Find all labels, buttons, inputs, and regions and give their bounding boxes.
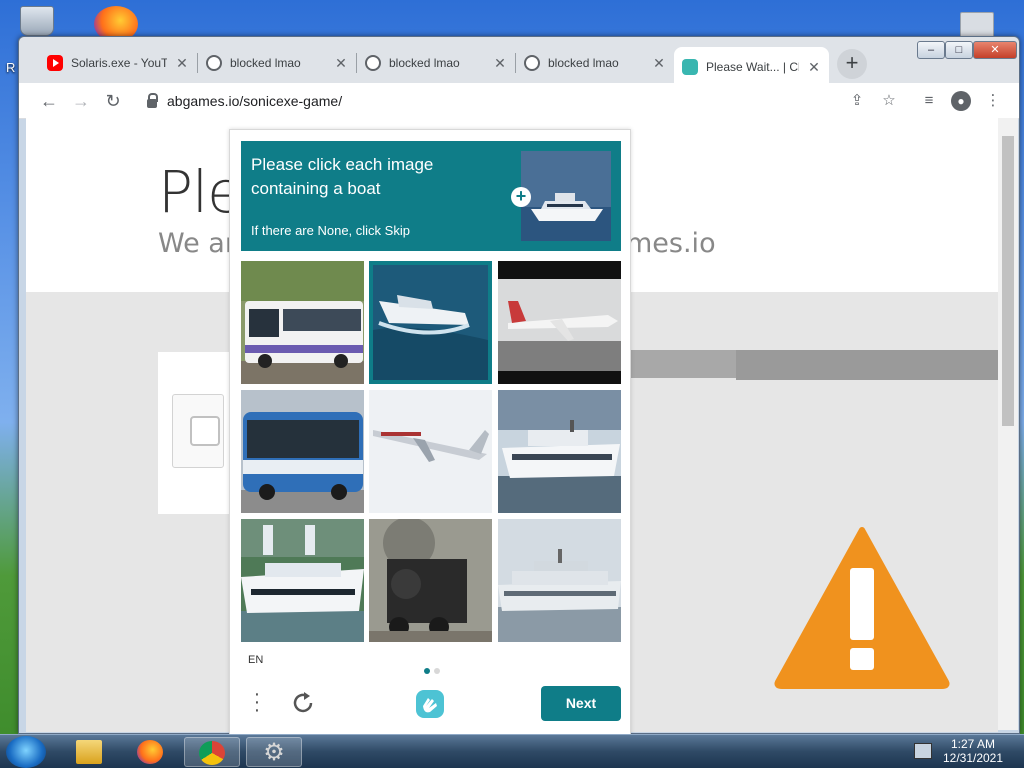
loading-bar-fill bbox=[736, 350, 998, 380]
page-dot bbox=[434, 668, 440, 674]
page-scrollbar[interactable] bbox=[998, 118, 1018, 730]
captcha-tile-boat[interactable] bbox=[241, 519, 364, 642]
clock-date: 12/31/2021 bbox=[942, 751, 1004, 765]
lock-icon[interactable] bbox=[147, 92, 158, 108]
reload-icon[interactable]: ↻ bbox=[101, 89, 125, 113]
tab-youtube[interactable]: Solaris.exe - YouTube ✕ bbox=[39, 47, 197, 79]
tab-label: blocked lmao bbox=[230, 56, 301, 70]
captcha-tile-boat[interactable] bbox=[498, 519, 621, 642]
profile-avatar-icon[interactable]: ● bbox=[951, 91, 971, 111]
chrome-icon bbox=[199, 741, 225, 765]
captcha-icon bbox=[682, 59, 698, 75]
taskbar: ⚙ 1:27 AM 12/31/2021 bbox=[0, 734, 1024, 768]
page-dot-active bbox=[424, 668, 430, 674]
captcha-header: Please click each image containing a boa… bbox=[241, 141, 621, 251]
taskbar-chrome[interactable] bbox=[184, 737, 240, 767]
captcha-tile-airplane[interactable] bbox=[498, 261, 621, 384]
captcha-image-grid bbox=[241, 261, 621, 642]
browser-toolbar: ← → ↻ abgames.io/sonicexe-game/ ⇪ ☆ ≡ ● … bbox=[19, 83, 1019, 119]
address-bar[interactable]: abgames.io/sonicexe-game/ bbox=[137, 87, 853, 115]
next-button[interactable]: Next bbox=[541, 686, 621, 721]
globe-icon bbox=[365, 55, 381, 71]
network-icon[interactable] bbox=[914, 743, 932, 759]
firefox-icon bbox=[137, 740, 163, 764]
back-icon[interactable]: ← bbox=[37, 89, 61, 113]
bookmark-star-icon[interactable]: ☆ bbox=[879, 91, 899, 111]
tab-label: blocked lmao bbox=[389, 56, 460, 70]
close-tab-icon[interactable]: ✕ bbox=[652, 55, 666, 72]
close-tab-icon[interactable]: ✕ bbox=[807, 59, 821, 76]
tab-label: Solaris.exe - YouTube bbox=[71, 56, 167, 70]
minimize-button[interactable]: – bbox=[917, 41, 945, 59]
tab-blocked-2[interactable]: blocked lmao ✕ bbox=[357, 47, 515, 79]
captcha-tile-boat[interactable] bbox=[498, 390, 621, 513]
close-window-button[interactable]: ✕ bbox=[973, 41, 1017, 59]
media-control-icon[interactable]: ≡ bbox=[919, 91, 939, 111]
system-clock[interactable]: 1:27 AM 12/31/2021 bbox=[938, 737, 1008, 765]
tab-captcha[interactable]: Please Wait... | Cloudflare ✕ bbox=[674, 47, 829, 87]
page-indicator bbox=[422, 661, 442, 679]
captcha-hint: If there are None, click Skip bbox=[251, 223, 410, 238]
maximize-button[interactable]: □ bbox=[945, 41, 973, 59]
page-subheading-domain: mes.io bbox=[626, 228, 716, 259]
captcha-prompt: Please click each image containing a boa… bbox=[251, 155, 434, 198]
tab-label: blocked lmao bbox=[548, 56, 619, 70]
captcha-dialog: Please click each image containing a boa… bbox=[229, 129, 631, 737]
captcha-tile-airplane[interactable] bbox=[369, 390, 492, 513]
refresh-icon[interactable] bbox=[290, 690, 316, 716]
share-icon[interactable]: ⇪ bbox=[847, 91, 867, 111]
tab-label: Please Wait... | Cloudflare bbox=[706, 60, 799, 74]
url-text[interactable]: abgames.io/sonicexe-game/ bbox=[167, 93, 342, 109]
tab-strip: Solaris.exe - YouTube ✕ blocked lmao ✕ b… bbox=[19, 37, 1019, 87]
gear-icon: ⚙ bbox=[263, 739, 285, 766]
taskbar-firefox[interactable] bbox=[123, 737, 179, 767]
menu-kebab-icon[interactable]: ⋮ bbox=[983, 91, 1003, 111]
close-tab-icon[interactable]: ✕ bbox=[493, 55, 507, 72]
forward-icon[interactable]: → bbox=[69, 89, 93, 113]
globe-icon bbox=[524, 55, 540, 71]
start-button[interactable] bbox=[6, 736, 46, 768]
add-icon[interactable]: + bbox=[511, 187, 531, 207]
scrollbar-thumb[interactable] bbox=[1002, 136, 1014, 426]
human-verification-checkbox[interactable] bbox=[190, 416, 220, 446]
new-tab-button[interactable]: + bbox=[837, 49, 867, 79]
captcha-tile-train[interactable] bbox=[369, 519, 492, 642]
globe-icon bbox=[206, 55, 222, 71]
close-tab-icon[interactable]: ✕ bbox=[334, 55, 348, 72]
close-tab-icon[interactable]: ✕ bbox=[175, 55, 189, 72]
captcha-tile-bus[interactable] bbox=[241, 390, 364, 513]
taskbar-gear-app[interactable]: ⚙ bbox=[246, 737, 302, 767]
taskbar-explorer[interactable] bbox=[62, 737, 118, 767]
captcha-tile-boat[interactable] bbox=[369, 261, 492, 384]
page-subheading: We ar bbox=[158, 228, 236, 259]
warning-icon bbox=[774, 527, 950, 689]
tab-blocked-3[interactable]: blocked lmao ✕ bbox=[516, 47, 674, 79]
captcha-tile-bus[interactable] bbox=[241, 261, 364, 384]
clock-time: 1:27 AM bbox=[950, 737, 996, 751]
desktop-label: R bbox=[6, 60, 16, 75]
folder-icon bbox=[76, 740, 102, 764]
language-selector[interactable]: EN bbox=[248, 654, 263, 666]
recycle-bin-icon[interactable] bbox=[20, 6, 54, 36]
tab-blocked-1[interactable]: blocked lmao ✕ bbox=[198, 47, 356, 79]
captcha-menu-icon[interactable]: · · · bbox=[252, 684, 262, 720]
hcaptcha-logo-icon[interactable] bbox=[414, 688, 446, 720]
sample-boat-image bbox=[521, 151, 611, 241]
youtube-icon bbox=[47, 55, 63, 71]
